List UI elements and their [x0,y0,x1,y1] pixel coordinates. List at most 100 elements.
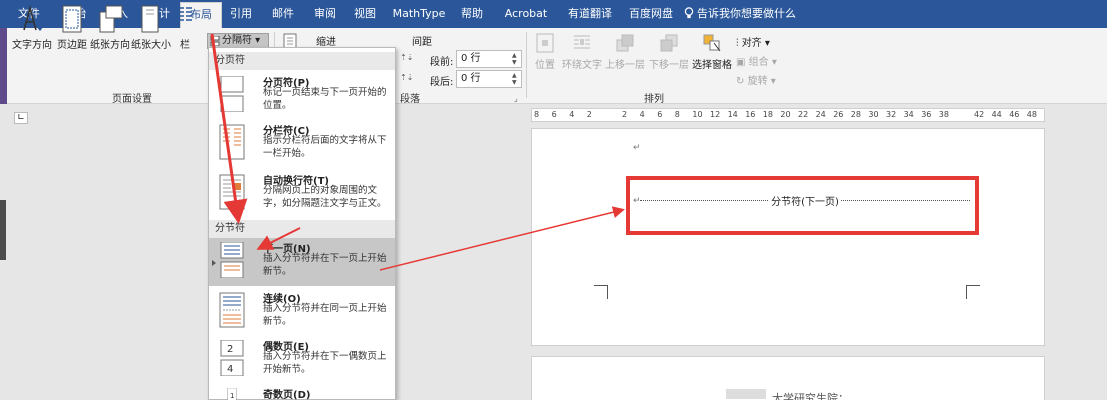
menu-item-even-page[interactable]: 24 偶数页(E) 插入分节符并在下一偶数页上开始新节。 [209,336,395,382]
ruler-tick-label: 34 [903,110,914,119]
annotation-highlight-box [626,176,979,235]
tell-me-box[interactable]: 告诉我你想要做什么 [684,0,796,28]
columns-button[interactable]: 栏 [174,4,196,56]
tab-references[interactable]: 引用 [222,0,260,28]
text-direction-button[interactable]: 文字方向 [10,4,54,56]
group-button[interactable]: ▣ 组合 ▾ [736,53,777,68]
ruler-tick-label: 36 [921,110,932,119]
ruler-tick-label: 2 [622,110,628,119]
page-breaks-header: 分页符 [209,52,395,70]
rotate-icon: ↻ [736,76,745,87]
dialog-launcher-icon[interactable]: ⌟ [514,94,518,103]
align-icon: ⫶ [736,38,739,49]
menu-item-text-wrapping-break[interactable]: 自动换行符(T) 分隔网页上的对象周围的文字，如分隔题注文字与正文。 [209,170,395,218]
selected-indicator-icon [212,260,216,266]
ruler-tick-label: 44 [991,110,1002,119]
ruler-tick-label: 4 [569,110,575,119]
tab-review[interactable]: 审阅 [306,0,344,28]
align-button[interactable]: ⫶ 对齐 ▾ [736,34,770,49]
menu-item-column-break[interactable]: 分栏符(C) 指示分栏符后面的文字将从下一栏开始。 [209,120,395,168]
ruler-tick-label: 38 [938,110,949,119]
ruler-tick-label: 20 [780,110,791,119]
columns-icon [178,7,192,21]
spinner-arrows-icon[interactable]: ▲ ▼ [512,72,520,86]
ruler-tick-label: 8 [534,110,540,119]
text-direction-icon [23,4,44,32]
document-page[interactable] [531,128,1045,346]
even-page-break-icon: 24 [220,340,244,376]
spin-up-down-icon[interactable]: ⇡⇣ [400,73,413,82]
send-backward-icon [660,34,678,52]
ruler-tick-label: 32 [886,110,897,119]
send-backward-button[interactable]: 下移一层 [648,32,690,84]
breaks-icon [210,36,220,46]
tell-me-text: 告诉我你想要做什么 [697,7,796,20]
continuous-break-icon [219,292,245,328]
bring-forward-icon [616,34,634,52]
tab-view[interactable]: 视图 [346,0,384,28]
tab-help[interactable]: 帮助 [452,0,492,28]
rotate-button[interactable]: ↻ 旋转 ▾ [736,72,776,87]
ruler-tick-label: 18 [762,110,773,119]
bring-forward-button[interactable]: 上移一层 [604,32,646,84]
lightbulb-icon [684,7,694,19]
spin-up-down-icon[interactable]: ⇡⇣ [400,53,413,62]
margin-corner-mark [594,285,608,299]
menu-item-odd-page[interactable]: 1 奇数页(D) [209,384,395,400]
svg-text:1: 1 [230,392,234,400]
ruler-tick-label: 22 [798,110,809,119]
spacing-label: 间距 [412,37,432,48]
wrap-text-button[interactable]: 环绕文字 [562,32,602,84]
ruler-tick-label: 12 [710,110,721,119]
page2-text: 大学研究生院： [772,392,849,400]
ruler-tick-label: 16 [745,110,756,119]
margins-button[interactable]: 页边距 [54,4,90,56]
paragraph-group-label: 段落 [400,94,420,105]
ruler-tick-label: 28 [850,110,861,119]
menu-item-next-page[interactable]: 下一页(N) 插入分节符并在下一页上开始新节。 [209,238,395,286]
selection-pane-button[interactable]: 选择窗格 [690,32,734,84]
paragraph-mark: ↵ [633,143,641,153]
redacted-text [726,389,766,399]
ruler-tick-label: 48 [1026,110,1037,119]
ruler-tick-label: 8 [674,110,680,119]
indent-label: 缩进 [316,37,336,48]
menu-item-page-break[interactable]: 分页符(P) 标记一页结束与下一页开始的位置。 [209,72,395,118]
spinner-arrows-icon[interactable]: ▲ ▼ [512,52,520,66]
ruler-tick-label: 26 [833,110,844,119]
tab-mathtype[interactable]: MathType [390,0,448,28]
next-page-break-icon [220,242,244,278]
svg-text:4: 4 [227,364,233,375]
ribbon-separator [526,32,527,98]
margin-corner-mark [966,285,980,299]
section-breaks-header: 分节符 [209,220,395,238]
tab-baidu-pan[interactable]: 百度网盘 [622,0,680,28]
menu-item-continuous[interactable]: 连续(O) 插入分节符并在同一页上开始新节。 [209,288,395,334]
orientation-button[interactable]: 纸张方向 [90,4,130,56]
before-spacing-input[interactable]: 0 行 ▲ ▼ [456,50,522,68]
position-icon [536,33,554,53]
arrange-group-label: 排列 [644,94,664,105]
ruler-tick-label: 42 [974,110,985,119]
odd-page-break-icon: 1 [227,388,237,400]
tab-selector-icon[interactable]: ∟ [14,112,28,124]
size-button[interactable]: 纸张大小 [130,4,172,56]
ruler-tick-label: 6 [551,110,557,119]
orientation-icon [99,5,123,33]
page-break-icon [220,76,244,112]
vertical-ruler [7,104,25,400]
after-spacing-input[interactable]: 0 行 ▲ ▼ [456,70,522,88]
tab-youdao[interactable]: 有道翻译 [560,0,620,28]
vertical-ruler-strip [0,200,6,260]
wrap-text-icon [574,35,590,49]
tab-mailings[interactable]: 邮件 [264,0,302,28]
ruler-tick-label: 10 [692,110,703,119]
text-wrapping-break-icon [219,174,245,210]
group-icon: ▣ [736,57,746,68]
position-button[interactable]: 位置 [532,32,558,84]
ruler-tick-label: 4 [639,110,645,119]
svg-text:2: 2 [227,344,233,355]
tab-acrobat[interactable]: Acrobat [500,0,552,28]
margins-icon [62,5,82,33]
page-size-icon [141,5,159,33]
